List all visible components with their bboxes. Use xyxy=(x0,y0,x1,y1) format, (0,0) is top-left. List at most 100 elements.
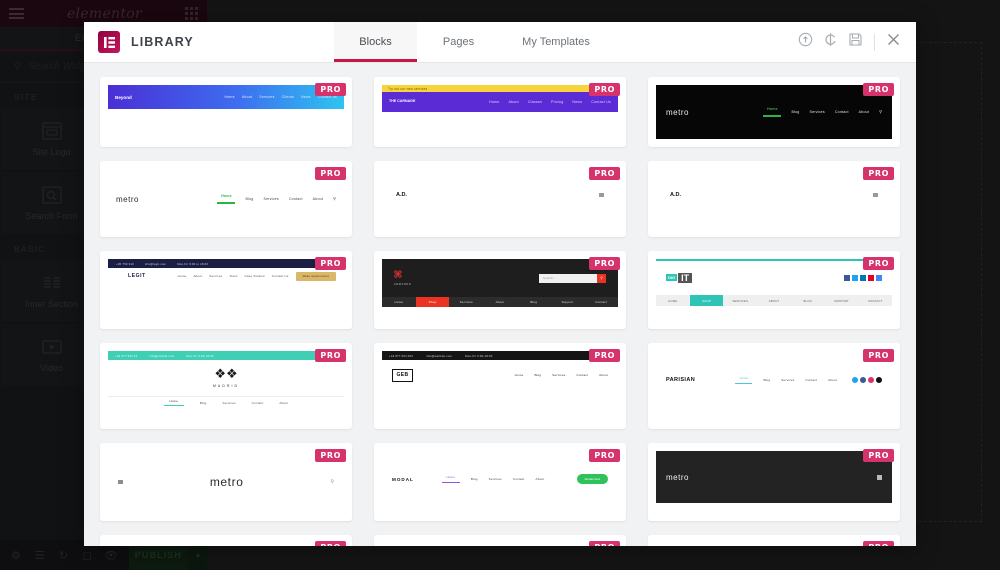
template-card[interactable]: PRO Beyond Home About Services Clients N… xyxy=(100,77,352,147)
template-logo: metro xyxy=(666,107,689,117)
template-card[interactable]: PRO A.D. xyxy=(648,161,900,237)
template-card[interactable]: PRO A.D. xyxy=(374,161,626,237)
pro-badge: PRO xyxy=(315,257,346,270)
template-card[interactable]: PRO MODAL Home Blog Services Contact Abo… xyxy=(374,443,626,521)
template-card[interactable]: PRO Try out our new services THE CARNAGE… xyxy=(374,77,626,147)
nav-item: Support xyxy=(561,300,574,304)
topbar-item: +34 677 554 33 xyxy=(115,353,138,358)
template-thumbnail: metro Home Blog Services Contact About ⚲ xyxy=(656,85,892,139)
topbar-item: info@legit.com xyxy=(144,261,167,266)
template-thumbnail: DIG IT HOME SHOP SERVICES ABOUT BLOG SUP… xyxy=(656,259,892,319)
template-card[interactable]: PRO ZUSMAN Home Blog Services Contact Ab… xyxy=(374,535,626,546)
nav-item-active: Home xyxy=(767,107,778,112)
template-card[interactable]: PRO +44 877 004 002 info@website.com Mon… xyxy=(374,343,626,429)
template-thumbnail: +90 750 310 info@legit.com Mon-Fri 9:00 … xyxy=(108,259,344,309)
template-logo: GEB xyxy=(392,368,414,382)
template-grid: PRO Beyond Home About Services Clients N… xyxy=(100,77,900,546)
elementor-library-icon xyxy=(98,31,120,53)
pro-badge: PRO xyxy=(315,83,346,96)
nav-item: Services xyxy=(488,477,502,481)
nav-item: HOME xyxy=(668,298,678,303)
nav-item: Blog xyxy=(530,300,538,304)
nav-item: Pricing xyxy=(551,100,564,104)
pro-badge: PRO xyxy=(589,449,620,462)
template-thumbnail: Darkside STUDIOS ⚲ 1123 Dog Hill Lane Al… xyxy=(108,543,344,546)
info-icon[interactable] xyxy=(793,32,818,52)
screen: elementor ELEMENTS ⚲ Search Widget... SI… xyxy=(0,0,1000,570)
template-card[interactable]: PRO metro Home Blog Services Contact Abo… xyxy=(648,77,900,147)
pro-badge: PRO xyxy=(315,349,346,362)
template-card[interactable]: PRO PARISIAN Home Blog Services Contact … xyxy=(648,343,900,429)
pro-badge: PRO xyxy=(863,83,894,96)
nav-item: About xyxy=(241,95,253,99)
template-logo: LEGIT xyxy=(128,273,146,279)
nav-item: Contact xyxy=(288,196,303,201)
pro-badge: PRO xyxy=(863,257,894,270)
nav-item: About xyxy=(508,100,519,104)
tab-blocks[interactable]: Blocks xyxy=(334,22,417,62)
nav-item: Clients xyxy=(281,95,295,99)
nav-item: About xyxy=(828,377,837,382)
nav-item: Contact xyxy=(512,477,525,481)
template-card[interactable]: PRO metro ⚲ xyxy=(100,443,352,521)
nav-item: Home xyxy=(177,274,187,278)
search-icon: ⚲ xyxy=(879,109,882,115)
nav-item: Contact xyxy=(251,400,264,405)
template-thumbnail: ⌘ ARMANDO Search... ⚲ Home Shop Services… xyxy=(382,259,618,321)
template-card[interactable]: PRO metro Home Blog Services Contact Abo… xyxy=(100,161,352,237)
template-card[interactable]: PRO Blur xyxy=(648,535,900,546)
topbar-item: info@madrid.com xyxy=(149,353,175,358)
template-library-modal: LIBRARY Blocks Pages My Templates PRO Be… xyxy=(84,22,916,546)
close-icon[interactable] xyxy=(881,32,906,52)
template-card[interactable]: PRO ⌘ ARMANDO Search... ⚲ Home Shop Serv… xyxy=(374,251,626,329)
nav-item-active: Shop xyxy=(428,300,437,304)
nav-item: BLOG xyxy=(803,298,813,303)
nav-item-active: SHOP xyxy=(702,298,711,303)
nav-item: Blog xyxy=(245,196,254,201)
tab-pages[interactable]: Pages xyxy=(417,22,500,62)
nav-item: About xyxy=(312,196,324,201)
pro-badge: PRO xyxy=(589,541,620,546)
search-icon: ⚲ xyxy=(597,273,606,283)
template-logo: metro xyxy=(116,194,139,204)
pro-badge: PRO xyxy=(315,449,346,462)
save-icon[interactable] xyxy=(843,32,868,52)
template-card[interactable]: PRO +34 677 554 33 info@madrid.com Mon-F… xyxy=(100,343,352,429)
nav-item: Blog xyxy=(763,377,771,382)
template-grid-scroll[interactable]: PRO Beyond Home About Services Clients N… xyxy=(84,63,916,546)
nav-item: Services xyxy=(209,274,223,278)
nav-item: Services xyxy=(459,300,473,304)
nav-item: Blog xyxy=(791,109,800,114)
template-logo: metro xyxy=(666,472,689,482)
template-card[interactable]: PRO Darkside STUDIOS ⚲ 1123 Dog Hill Lan… xyxy=(100,535,352,546)
template-logo: A.D. xyxy=(396,192,407,198)
template-thumbnail: ZUSMAN Home Blog Services Contact About xyxy=(382,543,618,546)
nav-item: Services xyxy=(259,95,275,99)
template-card[interactable]: PRO metro xyxy=(648,443,900,521)
topbar-text: Try out our new services xyxy=(388,86,428,91)
menu-icon xyxy=(873,193,878,197)
topbar-item: Mon-Fri 9:00 to 18:00 xyxy=(177,261,209,266)
tab-my-templates[interactable]: My Templates xyxy=(500,22,612,62)
template-logo: Beyond xyxy=(115,94,132,100)
nav-item: Home xyxy=(224,95,235,99)
nav-item: Services xyxy=(781,377,795,382)
topbar-item: +90 750 310 xyxy=(116,261,134,266)
nav-item: Services xyxy=(809,109,825,114)
nav-item: Blog xyxy=(534,373,542,377)
modal-header: LIBRARY Blocks Pages My Templates xyxy=(84,22,916,63)
pro-badge: PRO xyxy=(589,257,620,270)
template-card[interactable]: PRO +90 750 310 info@legit.com Mon-Fri 9… xyxy=(100,251,352,329)
nav-item: Home xyxy=(489,100,500,104)
sync-icon[interactable] xyxy=(818,32,843,52)
pro-badge: PRO xyxy=(863,449,894,462)
search-icon: ⚲ xyxy=(330,479,334,485)
pro-badge: PRO xyxy=(863,167,894,180)
modal-title: LIBRARY xyxy=(131,35,194,49)
template-logo: ARMANDO xyxy=(394,283,412,287)
header-divider xyxy=(874,33,875,51)
template-thumbnail: Blur xyxy=(656,543,892,546)
template-card[interactable]: PRO DIG IT HOME SHOP SERVICES ABOUT BLOG… xyxy=(648,251,900,329)
modal-brand: LIBRARY xyxy=(84,22,334,62)
nav-item: Contact xyxy=(576,373,589,377)
